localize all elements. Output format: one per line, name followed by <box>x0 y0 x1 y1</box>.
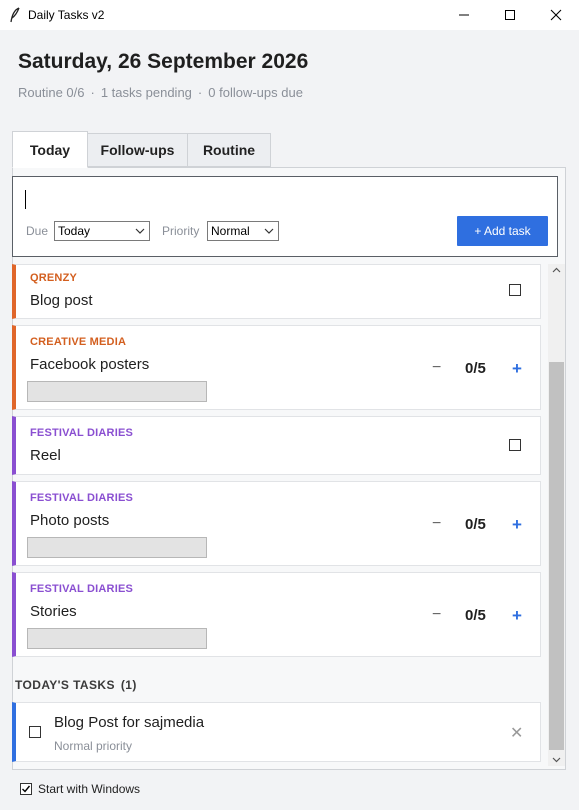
tab-today[interactable]: Today <box>12 131 88 168</box>
increment-button[interactable]: + <box>512 606 522 626</box>
section-title: TODAY'S TASKS (1) <box>15 678 137 692</box>
task-priority: Normal priority <box>54 739 133 753</box>
progress-bar <box>27 381 207 402</box>
increment-button[interactable]: + <box>512 359 522 379</box>
feather-icon <box>9 7 21 23</box>
new-task-form: Due Today Priority Normal + Add task <box>12 176 558 257</box>
decrement-button[interactable]: − <box>432 515 441 533</box>
task-list: QRENZY Blog post CREATIVE MEDIA Facebook… <box>12 264 547 766</box>
separator: · <box>197 85 203 100</box>
priority-value: Normal <box>211 224 250 238</box>
add-task-button[interactable]: + Add task <box>457 216 548 246</box>
routine-card: FESTIVAL DIARIES Reel <box>12 416 541 475</box>
routine-name: Photo posts <box>30 512 110 529</box>
routine-name: Facebook posters <box>30 356 150 373</box>
start-with-windows-label: Start with Windows <box>38 782 141 796</box>
section-count: (1) <box>120 678 137 692</box>
routine-card: FESTIVAL DIARIES Stories − 0/5 + <box>12 572 541 657</box>
scroll-down-icon[interactable] <box>552 757 561 763</box>
progress-count: 0/5 <box>465 607 486 624</box>
checkmark-icon <box>22 785 31 793</box>
due-select[interactable]: Today <box>54 221 150 241</box>
task-checkbox[interactable] <box>29 726 41 738</box>
due-label: Due <box>26 224 49 238</box>
title-bar: Daily Tasks v2 <box>0 0 579 30</box>
progress-count: 0/5 <box>465 360 486 377</box>
routine-checkbox[interactable] <box>509 439 521 451</box>
maximize-button[interactable] <box>487 0 533 30</box>
decrement-button[interactable]: − <box>432 606 441 624</box>
scrollbar[interactable] <box>548 264 565 766</box>
page-title: Saturday, 26 September 2026 <box>18 50 309 73</box>
scroll-up-icon[interactable] <box>552 267 561 273</box>
window-title: Daily Tasks v2 <box>28 8 105 22</box>
tab-routine[interactable]: Routine <box>187 133 271 167</box>
delete-task-button[interactable]: ✕ <box>510 723 523 743</box>
routine-card: QRENZY Blog post <box>12 264 541 319</box>
category-label: FESTIVAL DIARIES <box>30 492 134 504</box>
decrement-button[interactable]: − <box>432 359 441 377</box>
routine-card: FESTIVAL DIARIES Photo posts − 0/5 + <box>12 481 541 566</box>
task-input[interactable] <box>25 190 26 209</box>
chevron-down-icon <box>135 228 145 234</box>
progress-bar <box>27 628 207 649</box>
separator: · <box>90 85 95 100</box>
category-label: QRENZY <box>30 272 78 284</box>
section-title-text: TODAY'S TASKS <box>15 678 115 692</box>
increment-button[interactable]: + <box>512 515 522 535</box>
category-label: CREATIVE MEDIA <box>30 336 127 348</box>
summary-line: Routine 0/6 · 1 tasks pending · 0 follow-ups… <box>18 85 303 100</box>
scrollbar-thumb[interactable] <box>549 362 564 750</box>
category-label: FESTIVAL DIARIES <box>30 583 134 595</box>
minimize-button[interactable] <box>441 0 487 30</box>
routine-card: CREATIVE MEDIA Facebook posters − 0/5 + <box>12 325 541 410</box>
chevron-down-icon <box>264 228 274 234</box>
task-name: Blog Post for sajmedia <box>54 714 205 731</box>
pending-count: 1 tasks pending <box>100 85 192 100</box>
followups-due: 0 follow-ups due <box>208 85 303 100</box>
close-button[interactable] <box>533 0 579 30</box>
progress-count: 0/5 <box>465 516 486 533</box>
routine-name: Stories <box>30 603 77 620</box>
tab-follow-ups[interactable]: Follow-ups <box>87 133 188 167</box>
routine-name: Blog post <box>30 292 93 309</box>
category-label: FESTIVAL DIARIES <box>30 427 134 439</box>
due-value: Today <box>58 224 91 238</box>
priority-select[interactable]: Normal <box>207 221 279 241</box>
progress-bar <box>27 537 207 558</box>
routine-progress: Routine 0/6 <box>18 85 85 100</box>
routine-checkbox[interactable] <box>509 284 521 296</box>
task-item: Blog Post for sajmedia Normal priority ✕ <box>12 702 541 762</box>
priority-label: Priority <box>162 224 200 238</box>
start-with-windows-checkbox[interactable] <box>20 783 32 795</box>
routine-name: Reel <box>30 447 61 464</box>
